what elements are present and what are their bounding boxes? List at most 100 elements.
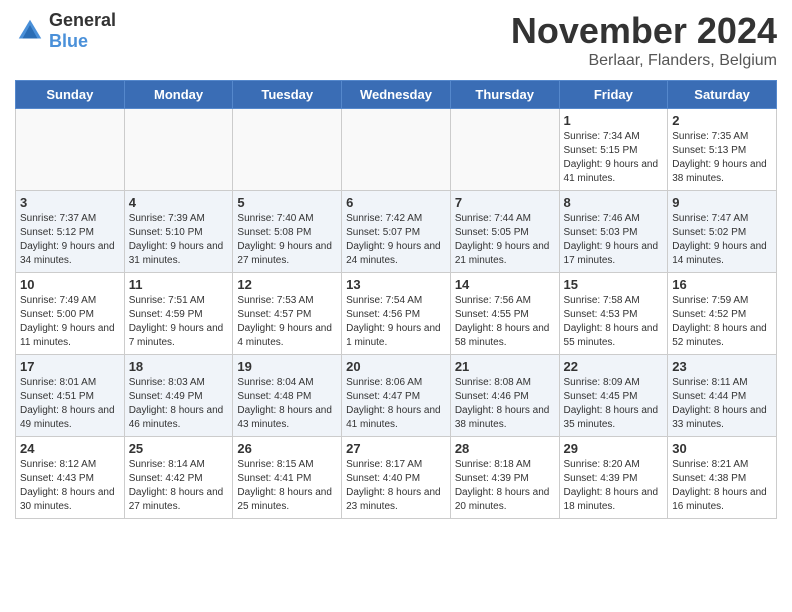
day-cell: 7 Sunrise: 7:44 AMSunset: 5:05 PMDaylight… bbox=[450, 191, 559, 273]
day-number: 26 bbox=[237, 441, 337, 456]
day-number: 27 bbox=[346, 441, 446, 456]
col-header-sunday: Sunday bbox=[16, 81, 125, 109]
day-cell: 1 Sunrise: 7:34 AMSunset: 5:15 PMDaylight… bbox=[559, 109, 668, 191]
day-info: Sunrise: 8:09 AMSunset: 4:45 PMDaylight:… bbox=[564, 376, 664, 432]
day-number: 1 bbox=[564, 113, 664, 128]
day-info: Sunrise: 7:44 AMSunset: 5:05 PMDaylight:… bbox=[455, 212, 555, 268]
day-number: 21 bbox=[455, 359, 555, 374]
day-number: 17 bbox=[20, 359, 120, 374]
header-row: SundayMondayTuesdayWednesdayThursdayFrid… bbox=[16, 81, 777, 109]
day-cell: 18Sunrise: 8:03 AMSunset: 4:49 PMDayligh… bbox=[124, 355, 233, 437]
day-number: 13 bbox=[346, 277, 446, 292]
day-info: Sunrise: 7:46 AMSunset: 5:03 PMDaylight:… bbox=[564, 212, 664, 268]
day-number: 3 bbox=[20, 195, 120, 210]
day-cell: 22 Sunrise: 8:09 AMSunset: 4:45 PMDayligh… bbox=[559, 355, 668, 437]
day-info: Sunrise: 7:42 AMSunset: 5:07 PMDaylight:… bbox=[346, 212, 446, 268]
logo-icon bbox=[15, 16, 45, 46]
day-cell: 29 Sunrise: 8:20 AMSunset: 4:39 PMDayligh… bbox=[559, 437, 668, 519]
day-number: 20 bbox=[346, 359, 446, 374]
day-info: Sunrise: 8:14 AMSunset: 4:42 PMDaylight:… bbox=[129, 458, 229, 514]
day-cell bbox=[233, 109, 342, 191]
day-cell: 9 Sunrise: 7:47 AMSunset: 5:02 PMDaylight… bbox=[668, 191, 777, 273]
day-number: 28 bbox=[455, 441, 555, 456]
day-number: 5 bbox=[237, 195, 337, 210]
day-cell: 15Sunrise: 7:58 AMSunset: 4:53 PMDayligh… bbox=[559, 273, 668, 355]
day-info: Sunrise: 7:47 AMSunset: 5:02 PMDaylight:… bbox=[672, 212, 772, 268]
day-number: 23 bbox=[672, 359, 772, 374]
day-info: Sunrise: 8:20 AMSunset: 4:39 PMDaylight:… bbox=[564, 458, 664, 514]
calendar-table: SundayMondayTuesdayWednesdayThursdayFrid… bbox=[15, 80, 777, 519]
day-info: Sunrise: 7:54 AMSunset: 4:56 PMDaylight:… bbox=[346, 294, 446, 350]
day-number: 30 bbox=[672, 441, 772, 456]
day-cell: 20 Sunrise: 8:06 AMSunset: 4:47 PMDayligh… bbox=[342, 355, 451, 437]
logo-text: General Blue bbox=[49, 10, 116, 52]
col-header-saturday: Saturday bbox=[668, 81, 777, 109]
day-cell: 26Sunrise: 8:15 AMSunset: 4:41 PMDayligh… bbox=[233, 437, 342, 519]
day-info: Sunrise: 7:53 AMSunset: 4:57 PMDaylight:… bbox=[237, 294, 337, 350]
day-cell bbox=[450, 109, 559, 191]
day-info: Sunrise: 8:06 AMSunset: 4:47 PMDaylight:… bbox=[346, 376, 446, 432]
day-number: 7 bbox=[455, 195, 555, 210]
day-cell: 4 Sunrise: 7:39 AMSunset: 5:10 PMDaylight… bbox=[124, 191, 233, 273]
day-cell: 25 Sunrise: 8:14 AMSunset: 4:42 PMDayligh… bbox=[124, 437, 233, 519]
day-cell: 23 Sunrise: 8:11 AMSunset: 4:44 PMDayligh… bbox=[668, 355, 777, 437]
day-cell: 6 Sunrise: 7:42 AMSunset: 5:07 PMDaylight… bbox=[342, 191, 451, 273]
day-cell: 10Sunrise: 7:49 AMSunset: 5:00 PMDayligh… bbox=[16, 273, 125, 355]
logo-general-text: General bbox=[49, 10, 116, 31]
day-cell: 24 Sunrise: 8:12 AMSunset: 4:43 PMDayligh… bbox=[16, 437, 125, 519]
day-info: Sunrise: 7:56 AMSunset: 4:55 PMDaylight:… bbox=[455, 294, 555, 350]
day-cell: 13 Sunrise: 7:54 AMSunset: 4:56 PMDayligh… bbox=[342, 273, 451, 355]
logo-blue-text: Blue bbox=[49, 31, 116, 52]
day-cell: 2Sunrise: 7:35 AMSunset: 5:13 PMDaylight… bbox=[668, 109, 777, 191]
day-number: 25 bbox=[129, 441, 229, 456]
day-number: 18 bbox=[129, 359, 229, 374]
day-info: Sunrise: 8:21 AMSunset: 4:38 PMDaylight:… bbox=[672, 458, 772, 514]
day-number: 11 bbox=[129, 277, 229, 292]
day-number: 2 bbox=[672, 113, 772, 128]
day-info: Sunrise: 8:18 AMSunset: 4:39 PMDaylight:… bbox=[455, 458, 555, 514]
title-area: November 2024 Berlaar, Flanders, Belgium bbox=[511, 10, 777, 70]
day-number: 4 bbox=[129, 195, 229, 210]
day-cell: 30 Sunrise: 8:21 AMSunset: 4:38 PMDayligh… bbox=[668, 437, 777, 519]
day-number: 6 bbox=[346, 195, 446, 210]
month-title: November 2024 bbox=[511, 10, 777, 52]
day-number: 24 bbox=[20, 441, 120, 456]
col-header-wednesday: Wednesday bbox=[342, 81, 451, 109]
header: General Blue November 2024 Berlaar, Flan… bbox=[15, 10, 777, 70]
col-header-tuesday: Tuesday bbox=[233, 81, 342, 109]
day-number: 29 bbox=[564, 441, 664, 456]
day-number: 14 bbox=[455, 277, 555, 292]
col-header-monday: Monday bbox=[124, 81, 233, 109]
day-info: Sunrise: 8:08 AMSunset: 4:46 PMDaylight:… bbox=[455, 376, 555, 432]
day-cell: 16 Sunrise: 7:59 AMSunset: 4:52 PMDayligh… bbox=[668, 273, 777, 355]
day-info: Sunrise: 7:39 AMSunset: 5:10 PMDaylight:… bbox=[129, 212, 229, 268]
day-cell: 19 Sunrise: 8:04 AMSunset: 4:48 PMDayligh… bbox=[233, 355, 342, 437]
day-cell: 21 Sunrise: 8:08 AMSunset: 4:46 PMDayligh… bbox=[450, 355, 559, 437]
day-info: Sunrise: 7:59 AMSunset: 4:52 PMDaylight:… bbox=[672, 294, 772, 350]
day-info: Sunrise: 8:11 AMSunset: 4:44 PMDaylight:… bbox=[672, 376, 772, 432]
day-number: 9 bbox=[672, 195, 772, 210]
col-header-friday: Friday bbox=[559, 81, 668, 109]
day-number: 22 bbox=[564, 359, 664, 374]
week-row-3: 10Sunrise: 7:49 AMSunset: 5:00 PMDayligh… bbox=[16, 273, 777, 355]
day-cell: 28 Sunrise: 8:18 AMSunset: 4:39 PMDayligh… bbox=[450, 437, 559, 519]
day-cell bbox=[16, 109, 125, 191]
day-number: 8 bbox=[564, 195, 664, 210]
day-cell: 5Sunrise: 7:40 AMSunset: 5:08 PMDaylight… bbox=[233, 191, 342, 273]
week-row-4: 17 Sunrise: 8:01 AMSunset: 4:51 PMDayligh… bbox=[16, 355, 777, 437]
day-number: 19 bbox=[237, 359, 337, 374]
day-info: Sunrise: 7:37 AMSunset: 5:12 PMDaylight:… bbox=[20, 212, 120, 268]
day-cell bbox=[124, 109, 233, 191]
day-cell: 11Sunrise: 7:51 AMSunset: 4:59 PMDayligh… bbox=[124, 273, 233, 355]
day-number: 16 bbox=[672, 277, 772, 292]
day-cell: 27Sunrise: 8:17 AMSunset: 4:40 PMDayligh… bbox=[342, 437, 451, 519]
day-cell: 17 Sunrise: 8:01 AMSunset: 4:51 PMDayligh… bbox=[16, 355, 125, 437]
day-cell: 8 Sunrise: 7:46 AMSunset: 5:03 PMDaylight… bbox=[559, 191, 668, 273]
day-number: 15 bbox=[564, 277, 664, 292]
logo: General Blue bbox=[15, 10, 116, 52]
day-cell bbox=[342, 109, 451, 191]
day-info: Sunrise: 7:34 AMSunset: 5:15 PMDaylight:… bbox=[564, 130, 664, 186]
day-info: Sunrise: 8:04 AMSunset: 4:48 PMDaylight:… bbox=[237, 376, 337, 432]
day-info: Sunrise: 8:01 AMSunset: 4:51 PMDaylight:… bbox=[20, 376, 120, 432]
day-info: Sunrise: 8:12 AMSunset: 4:43 PMDaylight:… bbox=[20, 458, 120, 514]
